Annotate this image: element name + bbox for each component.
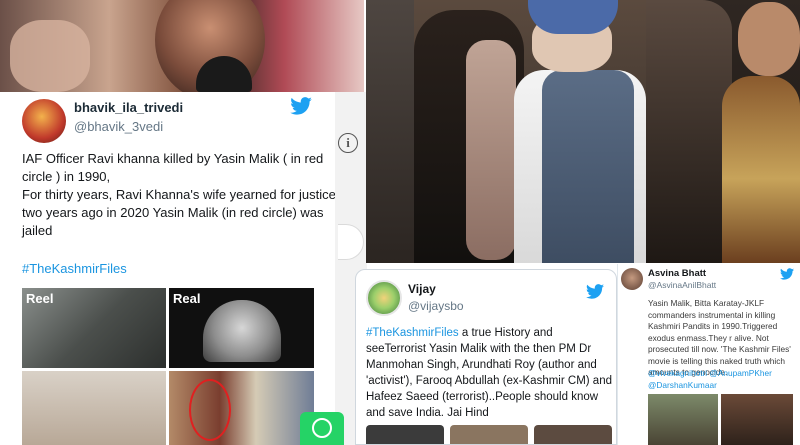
red-circle-highlight — [189, 379, 231, 441]
whatsapp-share-button[interactable] — [300, 412, 344, 445]
photo-scarf — [466, 40, 516, 260]
tweet-author-handle[interactable]: @vijaysbo — [408, 299, 464, 313]
media-thumb[interactable] — [450, 425, 528, 444]
tweet-card-vijay: Vijay @vijaysbo #TheKashmirFiles a true … — [355, 269, 617, 445]
media-thumb[interactable] — [534, 425, 612, 444]
whatsapp-icon — [312, 418, 332, 438]
tweet-mentions[interactable]: @vivekagnihotri @AnupamPKher @DarshanKum… — [648, 368, 798, 391]
photo-hand — [10, 20, 90, 92]
media-malik-with-pm[interactable] — [169, 371, 314, 445]
tweet-author-name[interactable]: Vijay — [408, 282, 436, 296]
tweet-text-body: a true History and seeTerrorist Yasin Ma… — [366, 327, 612, 419]
tweet-card-asvina: Asvina Bhatt @AsvinaAnilBhatt Yasin Mali… — [617, 264, 800, 445]
photo-turban — [528, 0, 618, 34]
info-icon[interactable]: i — [338, 133, 358, 153]
media-reel-photo[interactable]: Reel — [22, 288, 166, 368]
tweet-media-strip[interactable] — [366, 425, 612, 444]
photo-handshake — [414, 0, 646, 263]
hashtag-link[interactable]: #TheKashmirFiles — [366, 327, 459, 339]
tweet-text: IAF Officer Ravi khanna killed by Yasin … — [22, 151, 340, 238]
media-real-photo[interactable]: Real — [169, 288, 314, 368]
photo-background-figure — [366, 0, 414, 263]
twitter-bird-icon[interactable] — [586, 284, 604, 299]
photo-speaker — [0, 0, 364, 92]
tweet-media-strip[interactable] — [648, 394, 793, 445]
media-label-real: Real — [173, 291, 201, 306]
tweet-card-bhavik: bhavik_ila_trivedi @bhavik_3vedi IAF Off… — [0, 92, 364, 445]
avatar[interactable] — [22, 99, 66, 143]
photo-woman-smiling — [646, 0, 800, 263]
tweet-author-handle[interactable]: @bhavik_3vedi — [74, 119, 163, 134]
tweet-author-handle[interactable]: @AsvinaAnilBhatt — [648, 280, 716, 290]
avatar[interactable] — [621, 268, 643, 290]
tweet-text: #TheKashmirFiles a true History and seeT… — [366, 325, 612, 421]
twitter-bird-icon[interactable] — [290, 97, 312, 115]
photo-man — [646, 0, 732, 263]
portrait — [203, 300, 281, 362]
avatar[interactable] — [366, 280, 402, 316]
media-label-reel: Reel — [26, 291, 54, 306]
photo-vest — [542, 70, 634, 263]
tweet-author-name[interactable]: bhavik_ila_trivedi — [74, 100, 183, 115]
tweet-author-name[interactable]: Asvina Bhatt — [648, 268, 706, 279]
photo-woman-dress — [722, 76, 800, 263]
media-woman-with-portrait[interactable] — [22, 371, 166, 445]
photo-woman-face — [738, 2, 800, 76]
media-thumb[interactable] — [648, 394, 718, 445]
tweet-media-grid[interactable]: Reel Real — [22, 288, 314, 445]
photo-meeting — [366, 0, 800, 263]
media-thumb[interactable] — [366, 425, 444, 444]
hashtag-link[interactable]: #TheKashmirFiles — [22, 261, 127, 276]
tweet-text: Yasin Malik, Bitta Karatay-JKLF commande… — [648, 298, 791, 377]
twitter-bird-icon[interactable] — [780, 268, 794, 280]
media-thumb[interactable] — [721, 394, 793, 445]
